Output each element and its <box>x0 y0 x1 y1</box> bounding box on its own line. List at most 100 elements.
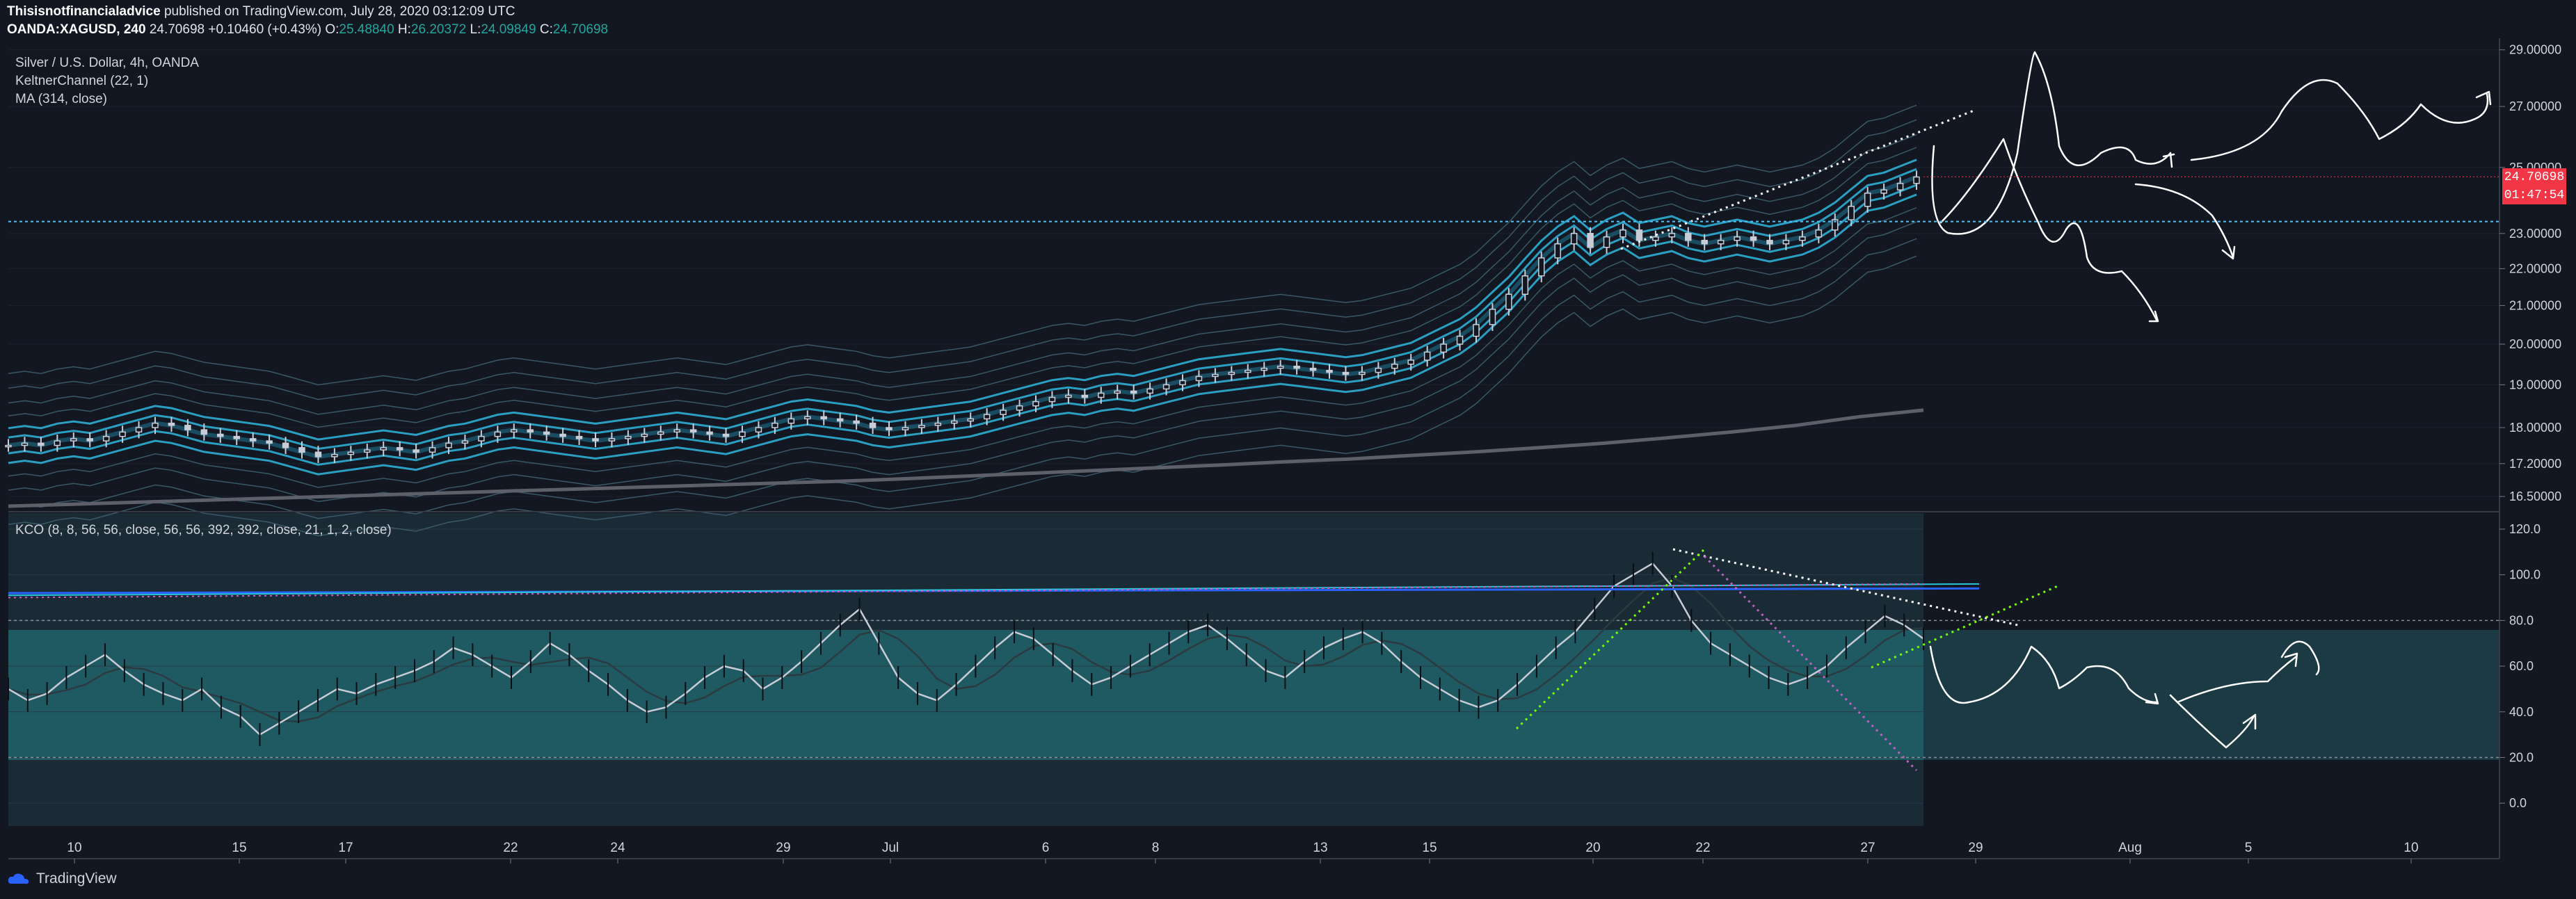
candle-body <box>331 453 338 457</box>
candle-body <box>1473 324 1480 337</box>
candle-body <box>934 422 942 426</box>
keltner-band-line <box>8 147 1917 428</box>
legend-ma[interactable]: MA (314, close) <box>15 90 199 108</box>
candle-body <box>364 449 371 453</box>
candle-body <box>592 438 599 442</box>
freehand-path <box>1931 51 2175 235</box>
candle-body <box>380 447 387 451</box>
tradingview-logo[interactable]: TradingView <box>7 870 117 887</box>
candle-body <box>184 425 191 430</box>
candle-body <box>1880 189 1887 194</box>
candle-body <box>1717 239 1725 245</box>
candle-body <box>673 429 680 433</box>
candle-body <box>429 447 436 453</box>
countdown-badge: 01:47:54 <box>2502 186 2566 204</box>
candle-body <box>233 435 240 439</box>
legend-keltner[interactable]: KeltnerChannel (22, 1) <box>15 72 199 90</box>
candle-body <box>1766 239 1773 245</box>
candle-body <box>1554 243 1561 259</box>
candle-body <box>886 427 893 430</box>
candle-body <box>1326 369 1333 373</box>
candle-body <box>967 418 974 422</box>
candle-body <box>1000 410 1007 415</box>
brand-name: TradingView <box>36 870 117 886</box>
candle-body <box>1114 390 1121 394</box>
candle-body <box>1016 405 1023 411</box>
candle-body <box>1098 392 1105 398</box>
chart-canvas[interactable]: 29.0000027.0000025.0000023.0000022.00000… <box>0 0 2576 899</box>
time-tick-label: 6 <box>1042 841 1050 855</box>
freehand-path <box>2190 79 2492 161</box>
candle-body <box>314 451 322 457</box>
kco-mid-band <box>8 630 1923 760</box>
candle-body <box>1603 236 1610 248</box>
keltner-band-line <box>8 133 1917 415</box>
candle-body <box>1130 390 1137 394</box>
candle-body <box>1228 371 1235 375</box>
candle-body <box>722 433 730 437</box>
candle-body <box>771 422 778 428</box>
candle-body <box>38 442 45 446</box>
candle-body <box>1896 183 1904 191</box>
candle-body <box>804 416 811 420</box>
candle-body <box>168 422 175 426</box>
candle-body <box>1489 309 1496 325</box>
price-tick-label: 21.00000 <box>2509 298 2561 312</box>
candle-body <box>1195 375 1203 382</box>
candle-body <box>461 440 469 444</box>
candle-body <box>1309 367 1317 371</box>
candle-body <box>1782 239 1790 245</box>
candle-body <box>918 425 925 428</box>
main-legend: Silver / U.S. Dollar, 4h, OANDA KeltnerC… <box>15 54 199 108</box>
kco-tick-label: 60.0 <box>2509 659 2534 673</box>
candle-body <box>249 438 257 442</box>
time-tick-label: 17 <box>338 841 353 855</box>
candle-body <box>21 442 29 446</box>
keltner-band-line <box>8 104 1917 386</box>
candle-body <box>1162 384 1170 390</box>
main-grid <box>8 49 2499 497</box>
keltner-band-line <box>8 255 1917 537</box>
candle-body <box>1652 236 1659 241</box>
candle-body <box>5 444 12 448</box>
candle-body <box>1375 367 1382 373</box>
candle-body <box>983 414 991 420</box>
legend-title[interactable]: Silver / U.S. Dollar, 4h, OANDA <box>15 54 199 72</box>
candle-body <box>1799 236 1806 241</box>
candle-body <box>1570 233 1578 245</box>
candle-body <box>1668 233 1676 238</box>
candle-body <box>902 427 909 430</box>
time-tick-label: 13 <box>1313 841 1327 855</box>
price-badge: 24.70698 <box>2502 168 2566 186</box>
candle-body <box>1587 233 1594 248</box>
candle-body <box>787 418 795 424</box>
candle-body <box>869 422 877 428</box>
candle-body <box>152 422 159 428</box>
candle-body <box>1685 233 1692 241</box>
candle-body <box>1423 351 1431 361</box>
candle-body <box>494 431 502 437</box>
time-tick-label: 29 <box>1968 841 1983 855</box>
kco-tick-label: 80.0 <box>2509 613 2534 627</box>
candle-body <box>1048 396 1056 403</box>
time-tick-label: 20 <box>1585 841 1600 855</box>
candle-body <box>396 447 403 451</box>
keltner-band-line <box>8 221 1917 503</box>
time-tick-label: 8 <box>1152 841 1160 855</box>
candle-body <box>1065 394 1072 398</box>
candle-body <box>755 427 762 433</box>
candle-body <box>1032 400 1039 407</box>
candle-body <box>217 433 224 437</box>
candle-body <box>1913 176 1920 184</box>
kco-legend[interactable]: KCO (8, 8, 56, 56, close, 56, 56, 392, 3… <box>15 523 392 538</box>
price-tick-label: 19.00000 <box>2509 378 2561 391</box>
time-tick-label: Aug <box>2118 841 2142 855</box>
price-tick-label: 18.00000 <box>2509 421 2561 435</box>
candle-body <box>1407 359 1414 365</box>
candle-body <box>657 431 664 435</box>
candle-body <box>445 442 452 448</box>
candle-body <box>200 429 208 435</box>
candle-body <box>1848 206 1855 220</box>
kco-tick-label: 100.0 <box>2509 568 2541 582</box>
candle-body <box>1619 229 1626 238</box>
